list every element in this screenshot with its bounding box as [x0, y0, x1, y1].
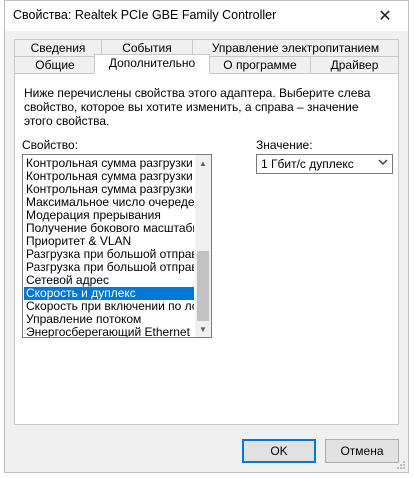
list-item[interactable]: Контрольная сумма разгрузки UDP [24, 183, 194, 196]
tab-label: Общие [35, 58, 75, 72]
list-item[interactable]: Сетевой адрес [24, 274, 194, 287]
tab-driver[interactable]: Драйвер [310, 56, 399, 74]
tab-label: О программе [223, 58, 297, 72]
tab-power-management[interactable]: Управление электропитанием [192, 39, 399, 57]
scroll-thumb[interactable] [197, 251, 209, 321]
value-label: Значение: [256, 138, 313, 152]
close-button[interactable]: ✕ [362, 1, 408, 31]
tab-advanced[interactable]: Дополнительно [94, 54, 210, 74]
title-bar: Свойства: Realtek PCIe GBE Family Contro… [5, 1, 408, 31]
list-item[interactable]: Управление потоком [24, 313, 194, 326]
tab-label: Сведения [30, 41, 86, 55]
close-icon: ✕ [378, 8, 392, 25]
panel-description: Ниже перечислены свойства этого адаптера… [24, 86, 371, 128]
tab-label: Драйвер [330, 58, 379, 72]
value-selected: 1 Гбит/с дуплекс [261, 157, 354, 171]
list-item[interactable]: Максимальное число очередей RSS [24, 196, 194, 209]
list-item-selected[interactable]: Скорость и дуплекс [24, 287, 194, 300]
list-item[interactable]: Разгрузка при большой отправке v2 [24, 261, 194, 274]
list-item[interactable]: Скорость при включении по локальн [24, 300, 194, 313]
tab-label: Управление электропитанием [211, 41, 380, 55]
property-listbox[interactable]: Контрольная сумма разгрузки TCP Контроль… [22, 154, 212, 338]
tab-details[interactable]: Сведения [14, 39, 102, 57]
tab-about[interactable]: О программе [209, 56, 311, 74]
window-title: Свойства: Realtek PCIe GBE Family Contro… [13, 8, 277, 22]
list-scrollbar[interactable]: ▲ ▼ [195, 155, 211, 337]
ok-button[interactable]: OK [242, 439, 316, 463]
cancel-button[interactable]: Отмена [325, 439, 399, 463]
list-item[interactable]: Разгрузка при большой отправке v2 [24, 248, 194, 261]
chevron-down-icon [378, 157, 388, 170]
list-item[interactable]: Приоритет & VLAN [24, 235, 194, 248]
tab-label: Дополнительно [108, 56, 196, 70]
list-item[interactable]: Энергосберегающий Ethernet [24, 326, 194, 337]
resize-grip-icon[interactable] [396, 460, 406, 470]
tab-general[interactable]: Общие [14, 56, 96, 74]
tab-label: События [122, 41, 172, 55]
property-list: Контрольная сумма разгрузки TCP Контроль… [24, 157, 194, 337]
property-label: Свойство: [22, 138, 79, 152]
scroll-up-icon[interactable]: ▲ [195, 155, 211, 171]
advanced-panel: Ниже перечислены свойства этого адаптера… [14, 73, 399, 425]
list-item[interactable]: Контрольная сумма разгрузки UDP [24, 170, 194, 183]
list-item[interactable]: Контрольная сумма разгрузки TCP [24, 157, 194, 170]
scroll-down-icon[interactable]: ▼ [195, 321, 211, 337]
list-item[interactable]: Получение бокового масштабирова [24, 222, 194, 235]
value-dropdown[interactable]: 1 Гбит/с дуплекс [256, 154, 393, 174]
properties-dialog: Свойства: Realtek PCIe GBE Family Contro… [4, 0, 409, 473]
list-item[interactable]: Модерация прерывания [24, 209, 194, 222]
